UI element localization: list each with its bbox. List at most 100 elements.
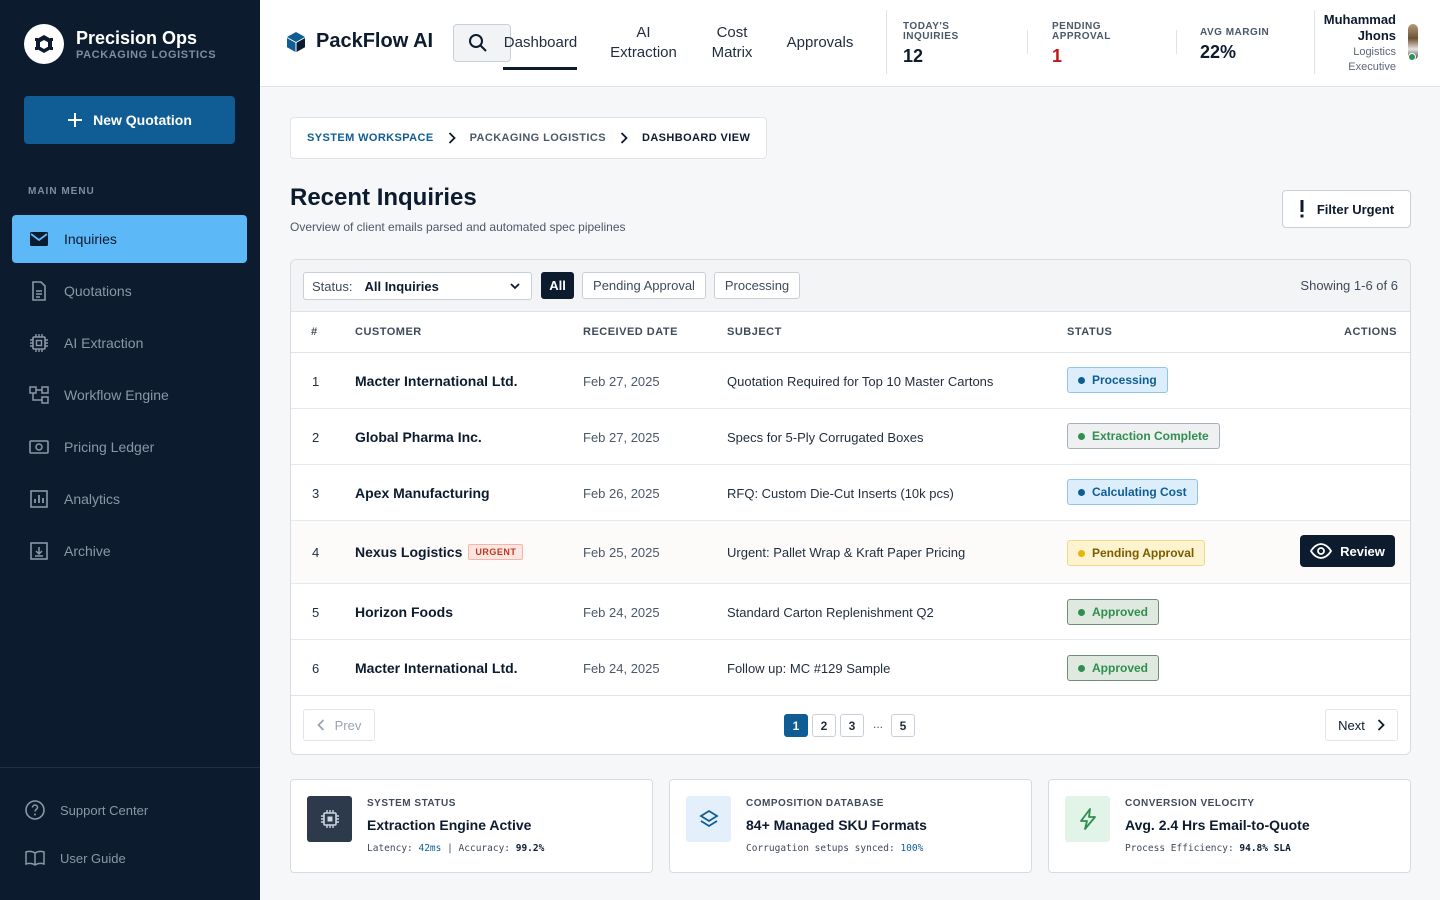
received-date: Feb 25, 2025: [583, 545, 660, 560]
latency-label: Latency:: [367, 843, 419, 854]
subject[interactable]: Urgent: Pallet Wrap & Kraft Paper Pricin…: [727, 545, 965, 560]
table-row[interactable]: 1 Macter International Ltd. Feb 27, 2025…: [291, 353, 1410, 409]
brand[interactable]: Precision Ops PACKAGING LOGISTICS: [24, 24, 216, 64]
breadcrumb-item-workspace[interactable]: SYSTEM WORKSPACE: [307, 132, 434, 144]
received-date: Feb 26, 2025: [583, 486, 660, 501]
app-logo[interactable]: PackFlow AI: [286, 30, 433, 53]
app-name: PackFlow AI: [316, 30, 434, 52]
info-card-system-status: SYSTEM STATUS Extraction Engine Active L…: [290, 779, 653, 873]
page-button-3[interactable]: 3: [840, 714, 864, 737]
sidebar-item-workflow-engine[interactable]: Workflow Engine: [12, 371, 247, 419]
customer-name[interactable]: Nexus Logistics: [355, 544, 462, 560]
sidebar-item-label: Quotations: [64, 283, 132, 299]
tab-ai-extraction[interactable]: AI Extraction: [606, 23, 681, 63]
user-profile[interactable]: Muhammad Jhons Logistics Executive: [1322, 12, 1396, 75]
divider: [1314, 10, 1315, 74]
brand-subtitle: PACKAGING LOGISTICS: [76, 49, 217, 61]
chip-icon: [30, 334, 48, 352]
tab-approvals[interactable]: Approvals: [784, 33, 856, 53]
new-quotation-button[interactable]: New Quotation: [24, 96, 235, 144]
workflow-icon: [29, 386, 49, 404]
filter-urgent-button[interactable]: Filter Urgent: [1282, 190, 1411, 228]
table-row[interactable]: 3 Apex Manufacturing Feb 26, 2025 RFQ: C…: [291, 465, 1410, 521]
customer-name[interactable]: Global Pharma Inc.: [355, 429, 482, 445]
latency-value: 42ms: [418, 843, 442, 854]
user-guide-link[interactable]: User Guide: [0, 834, 260, 882]
prev-page-button[interactable]: Prev: [303, 709, 375, 741]
customer-name[interactable]: Apex Manufacturing: [355, 485, 490, 501]
status-badge: Approved: [1067, 655, 1160, 681]
stat-value: 22%: [1200, 42, 1237, 62]
next-label: Next: [1338, 717, 1365, 733]
layers-icon: [686, 796, 731, 842]
info-title: Avg. 2.4 Hrs Email-to-Quote: [1125, 817, 1310, 833]
sidebar-item-inquiries[interactable]: Inquiries: [12, 215, 247, 263]
user-role: Logistics Executive: [1348, 46, 1396, 73]
stat-label: AVG MARGIN: [1200, 27, 1270, 38]
main-nav: Inquiries Quotations AI Extraction Workf…: [12, 215, 247, 579]
info-card-conversion-velocity: CONVERSION VELOCITY Avg. 2.4 Hrs Email-t…: [1048, 779, 1411, 873]
status-select[interactable]: Status: All Inquiries: [303, 272, 532, 300]
col-number: #: [311, 326, 318, 338]
customer-name[interactable]: Horizon Foods: [355, 604, 453, 620]
table-row[interactable]: 5 Horizon Foods Feb 24, 2025 Standard Ca…: [291, 584, 1410, 640]
col-received-date: RECEIVED DATE: [583, 326, 678, 338]
page-button-2[interactable]: 2: [812, 714, 836, 737]
info-card-composition-database: COMPOSITION DATABASE 84+ Managed SKU For…: [669, 779, 1032, 873]
help-icon: [25, 800, 45, 820]
status-dot: [1078, 376, 1085, 384]
subject[interactable]: Follow up: MC #129 Sample: [727, 661, 890, 676]
page-button-1[interactable]: 1: [784, 714, 808, 737]
chip-pending-approval[interactable]: Pending Approval: [582, 272, 706, 299]
received-date: Feb 24, 2025: [583, 661, 660, 676]
top-bar: PackFlow AI Dashboard AI Extraction Cost…: [260, 0, 1440, 87]
subject[interactable]: RFQ: Custom Die-Cut Inserts (10k pcs): [727, 486, 954, 501]
lightning-icon: [1065, 796, 1110, 842]
status-select-value: All Inquiries: [364, 278, 439, 294]
status-badge: Approved: [1067, 599, 1160, 625]
sidebar-item-quotations[interactable]: Quotations: [12, 267, 247, 315]
sidebar-item-pricing-ledger[interactable]: Pricing Ledger: [12, 423, 247, 471]
page-button-5[interactable]: 5: [891, 714, 915, 737]
breadcrumb-item-logistics[interactable]: PACKAGING LOGISTICS: [470, 132, 606, 144]
sidebar: Precision Ops PACKAGING LOGISTICS New Qu…: [0, 0, 260, 900]
breadcrumb-item-current: DASHBOARD VIEW: [641, 132, 751, 144]
sidebar-item-archive[interactable]: Archive: [12, 527, 247, 575]
col-actions: ACTIONS: [1344, 326, 1397, 338]
review-button[interactable]: Review: [1300, 535, 1395, 567]
stat-pending-approval: PENDING APPROVAL 1: [1052, 22, 1122, 67]
info-label: SYSTEM STATUS: [367, 798, 456, 809]
customer-name[interactable]: Macter International Ltd.: [355, 660, 518, 676]
next-page-button[interactable]: Next: [1325, 709, 1398, 741]
prev-label: Prev: [334, 717, 362, 733]
table-row-urgent[interactable]: 4 Nexus Logistics URGENT Feb 25, 2025 Urg…: [291, 521, 1410, 584]
sidebar-item-label: Archive: [64, 543, 111, 559]
sidebar-footer: Support Center User Guide: [0, 767, 260, 882]
chip-processing[interactable]: Processing: [714, 272, 800, 299]
subject[interactable]: Quotation Required for Top 10 Master Car…: [727, 374, 993, 389]
money-icon: [29, 440, 49, 454]
customer-cell: Nexus Logistics URGENT: [355, 544, 524, 560]
sidebar-item-ai-extraction[interactable]: AI Extraction: [12, 319, 247, 367]
tab-cost-matrix[interactable]: Cost Matrix: [702, 23, 762, 63]
status-badge: Extraction Complete: [1067, 423, 1220, 449]
stat-label: TODAY'S INQUIRIES: [903, 21, 959, 42]
status-badge: Processing: [1067, 367, 1168, 393]
chip-all[interactable]: All: [541, 272, 574, 299]
chevron-right-icon: [1377, 719, 1385, 731]
inquiries-table-card: Status: All Inquiries All Pending Approv…: [290, 259, 1411, 755]
exclamation-icon: [1300, 200, 1304, 218]
table-row[interactable]: 2 Global Pharma Inc. Feb 27, 2025 Specs …: [291, 409, 1410, 465]
support-center-link[interactable]: Support Center: [0, 786, 260, 834]
table-row[interactable]: 6 Macter International Ltd. Feb 24, 2025…: [291, 640, 1410, 696]
info-meta: Latency: 42ms | Accuracy: 99.2%: [367, 843, 544, 854]
customer-name[interactable]: Macter International Ltd.: [355, 373, 518, 389]
subject[interactable]: Standard Carton Replenishment Q2: [727, 605, 934, 620]
tab-dashboard[interactable]: Dashboard: [503, 33, 578, 53]
status-dot: [1078, 664, 1085, 672]
status-dot: [1078, 549, 1085, 557]
filter-urgent-label: Filter Urgent: [1316, 201, 1395, 217]
user-guide-label: User Guide: [60, 850, 126, 866]
subject[interactable]: Specs for 5-Ply Corrugated Boxes: [727, 430, 924, 445]
sidebar-item-analytics[interactable]: Analytics: [12, 475, 247, 523]
